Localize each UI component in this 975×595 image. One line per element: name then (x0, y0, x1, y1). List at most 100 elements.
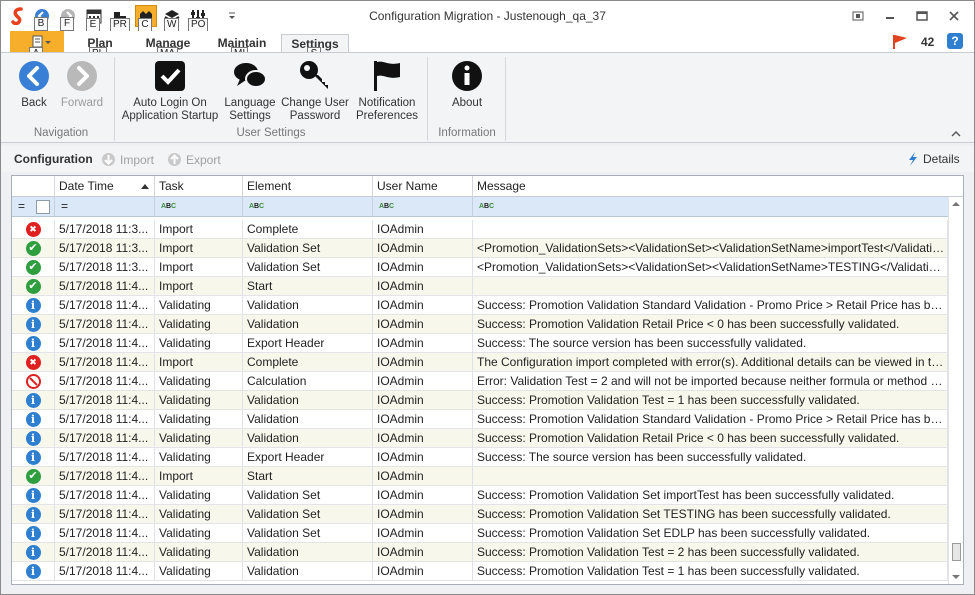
filter-cell-message[interactable]: ABC (473, 197, 963, 217)
about-button[interactable]: About (441, 59, 493, 110)
cell-task: Validating (155, 486, 243, 505)
cell-element: Validation Set (243, 505, 373, 524)
vertical-scrollbar[interactable] (948, 197, 963, 584)
text-filter-icon: ABC (379, 203, 395, 210)
grid-rows: ✖ 5/17/2018 11:3... Import Complete IOAdmin ✔… (12, 220, 948, 581)
back-button[interactable]: Back (13, 59, 55, 110)
table-row[interactable]: i 5/17/2018 11:4... Validating Export Heade… (12, 448, 948, 467)
restore-icon[interactable] (911, 7, 933, 25)
auto-login-button[interactable]: Auto Login On Application Startup (121, 59, 219, 123)
details-button[interactable]: Details (907, 152, 960, 166)
cell-element: Validation Set (243, 486, 373, 505)
flag-notification-icon[interactable] (891, 34, 909, 53)
table-row[interactable]: ✔ 5/17/2018 11:3... Import Validation Set IO… (12, 239, 948, 258)
column-header-element[interactable]: Element (243, 176, 373, 197)
cell-user: IOAdmin (373, 353, 473, 372)
filter-cell-status[interactable]: = (12, 197, 55, 217)
text-filter-icon: ABC (249, 203, 265, 210)
filter-cell-username[interactable]: ABC (373, 197, 473, 217)
table-row[interactable]: i 5/17/2018 11:4... Validating Validation IO… (12, 315, 948, 334)
filter-checkbox[interactable] (36, 200, 50, 214)
table-row[interactable]: i 5/17/2018 11:4... Validating Export Heade… (12, 334, 948, 353)
table-row[interactable]: i 5/17/2018 11:4... Validating Validation S… (12, 524, 948, 543)
column-header-username[interactable]: User Name (373, 176, 473, 197)
cell-date: 5/17/2018 11:4... (55, 353, 155, 372)
cell-message: Success: Promotion Validation Retail Pri… (473, 315, 948, 334)
column-header-message[interactable]: Message (473, 176, 948, 197)
status-cell: i (12, 391, 55, 410)
help-icon[interactable]: ? (947, 33, 963, 49)
cell-date: 5/17/2018 11:3... (55, 239, 155, 258)
cell-user: IOAdmin (373, 315, 473, 334)
table-row[interactable]: i 5/17/2018 11:4... Validating Validation S… (12, 486, 948, 505)
speech-bubbles-icon (223, 59, 277, 93)
export-button[interactable]: Export (167, 152, 221, 167)
cell-user: IOAdmin (373, 391, 473, 410)
cell-message: Success: Promotion Validation Test = 1 h… (473, 391, 948, 410)
table-row[interactable]: ✖ 5/17/2018 11:4... Import Complete IOAdmin T… (12, 353, 948, 372)
cell-message: Success: Promotion Validation Test = 1 h… (473, 562, 948, 581)
status-column-header[interactable] (12, 176, 55, 197)
language-settings-label: Language Settings (224, 97, 276, 122)
info-icon: i (25, 336, 41, 351)
close-icon[interactable] (943, 7, 965, 25)
change-password-button[interactable]: Change User Password (281, 59, 349, 123)
cell-message (473, 220, 948, 239)
table-row[interactable]: i 5/17/2018 11:4... Validating Validation IO… (12, 543, 948, 562)
cell-user: IOAdmin (373, 372, 473, 391)
column-header-datetime[interactable]: Date Time (55, 176, 155, 197)
filter-cell-element[interactable]: ABC (243, 197, 373, 217)
scroll-down-icon (952, 575, 960, 579)
info-icon: i (25, 545, 41, 560)
table-row[interactable]: ✖ 5/17/2018 11:3... Import Complete IOAdmin (12, 220, 948, 239)
notification-preferences-button[interactable]: Notification Preferences (353, 59, 421, 123)
column-header-task[interactable]: Task (155, 176, 243, 197)
cell-task: Import (155, 353, 243, 372)
table-row[interactable]: i 5/17/2018 11:4... Validating Validation IO… (12, 296, 948, 315)
cell-task: Validating (155, 448, 243, 467)
status-cell: i (12, 448, 55, 467)
status-cell: i (12, 429, 55, 448)
fullscreen-icon[interactable] (847, 7, 869, 25)
forward-button[interactable]: Forward (57, 59, 107, 110)
cell-user: IOAdmin (373, 334, 473, 353)
cell-user: IOAdmin (373, 239, 473, 258)
cell-date: 5/17/2018 11:4... (55, 524, 155, 543)
cell-element: Calculation (243, 372, 373, 391)
cell-message: Success: The source version has been suc… (473, 448, 948, 467)
table-row[interactable]: ✔ 5/17/2018 11:4... Import Start IOAdmin (12, 467, 948, 486)
table-row[interactable]: i 5/17/2018 11:4... Validating Validation S… (12, 505, 948, 524)
cell-task: Validating (155, 543, 243, 562)
table-row[interactable]: i 5/17/2018 11:4... Validating Validation IO… (12, 562, 948, 581)
cell-message: Success: Promotion Validation Set import… (473, 486, 948, 505)
filter-operator-label: = (18, 199, 26, 213)
minimize-icon[interactable] (879, 7, 901, 25)
filter-cell-datetime[interactable]: = (55, 197, 155, 217)
table-row[interactable]: 5/17/2018 11:4... Validating Calculation IO… (12, 372, 948, 391)
cell-task: Validating (155, 410, 243, 429)
scroll-up-icon (952, 202, 960, 206)
cell-task: Validating (155, 296, 243, 315)
table-row[interactable]: i 5/17/2018 11:4... Validating Validation IO… (12, 410, 948, 429)
cell-user: IOAdmin (373, 448, 473, 467)
cell-task: Import (155, 239, 243, 258)
cell-message: <Promotion_ValidationSets><ValidationSet… (473, 239, 948, 258)
cell-user: IOAdmin (373, 505, 473, 524)
text-filter-icon: ABC (479, 203, 495, 210)
cell-task: Validating (155, 334, 243, 353)
table-row[interactable]: ✔ 5/17/2018 11:3... Import Validation Set IO… (12, 258, 948, 277)
table-row[interactable]: ✔ 5/17/2018 11:4... Import Start IOAdmin (12, 277, 948, 296)
language-settings-button[interactable]: Language Settings (223, 59, 277, 123)
text-filter-icon: ABC (161, 203, 177, 210)
scroll-thumb[interactable] (952, 543, 961, 561)
collapse-ribbon-icon[interactable] (951, 127, 961, 141)
filter-cell-task[interactable]: ABC (155, 197, 243, 217)
cell-task: Validating (155, 562, 243, 581)
table-row[interactable]: i 5/17/2018 11:4... Validating Validation IO… (12, 429, 948, 448)
success-check-icon: ✔ (25, 241, 41, 256)
cell-message: <Promotion_ValidationSets><ValidationSet… (473, 258, 948, 277)
table-row[interactable]: i 5/17/2018 11:4... Validating Validation IO… (12, 391, 948, 410)
status-cell: i (12, 410, 55, 429)
import-button[interactable]: Import (101, 152, 154, 167)
cell-date: 5/17/2018 11:4... (55, 334, 155, 353)
